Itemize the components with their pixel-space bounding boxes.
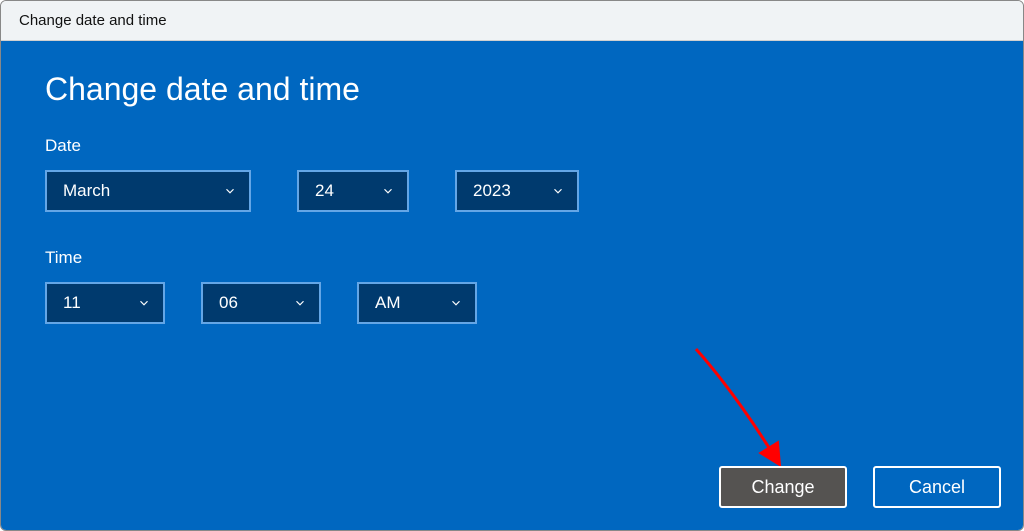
annotation-arrow: [686, 344, 806, 484]
change-button[interactable]: Change: [719, 466, 847, 508]
hour-dropdown[interactable]: 11: [45, 282, 165, 324]
cancel-button[interactable]: Cancel: [873, 466, 1001, 508]
chevron-down-icon: [381, 184, 395, 198]
month-value: March: [63, 181, 110, 201]
chevron-down-icon: [551, 184, 565, 198]
minute-dropdown[interactable]: 06: [201, 282, 321, 324]
ampm-dropdown[interactable]: AM: [357, 282, 477, 324]
dialog-window: Change date and time Change date and tim…: [0, 0, 1024, 531]
minute-value: 06: [219, 293, 238, 313]
change-button-label: Change: [751, 477, 814, 498]
time-label: Time: [45, 248, 979, 268]
chevron-down-icon: [449, 296, 463, 310]
cancel-button-label: Cancel: [909, 477, 965, 498]
year-dropdown[interactable]: 2023: [455, 170, 579, 212]
ampm-value: AM: [375, 293, 401, 313]
date-row: March 24 2023: [45, 170, 979, 212]
button-row: Change Cancel: [719, 466, 1001, 508]
date-label: Date: [45, 136, 979, 156]
chevron-down-icon: [223, 184, 237, 198]
chevron-down-icon: [293, 296, 307, 310]
titlebar-text: Change date and time: [19, 12, 167, 29]
dialog-content: Change date and time Date March 24 2023: [1, 41, 1023, 530]
month-dropdown[interactable]: March: [45, 170, 251, 212]
year-value: 2023: [473, 181, 511, 201]
page-title: Change date and time: [45, 71, 979, 108]
day-value: 24: [315, 181, 334, 201]
day-dropdown[interactable]: 24: [297, 170, 409, 212]
titlebar: Change date and time: [1, 1, 1023, 41]
hour-value: 11: [63, 293, 81, 313]
chevron-down-icon: [137, 296, 151, 310]
time-row: 11 06 AM: [45, 282, 979, 324]
